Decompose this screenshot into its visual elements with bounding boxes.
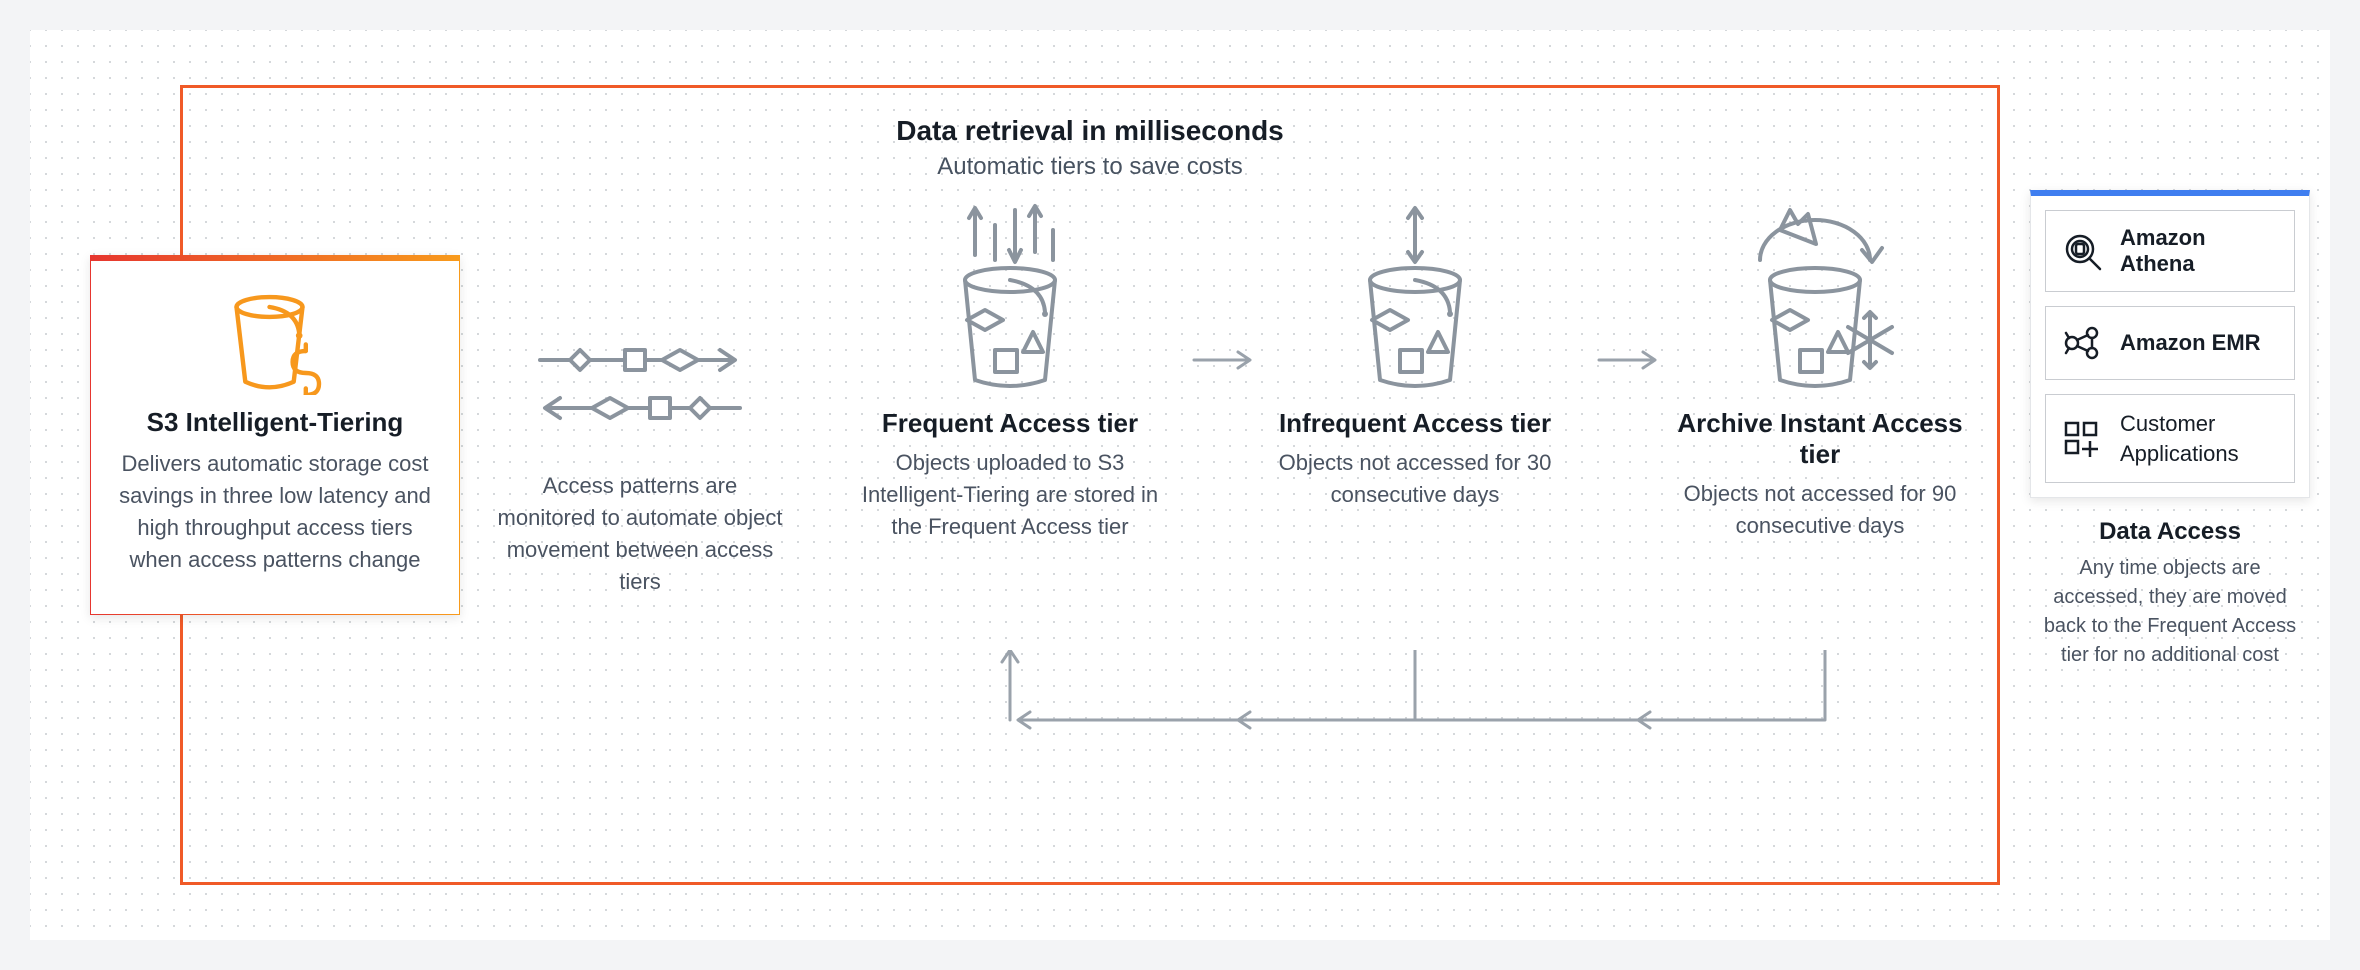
data-access-title: Data Access: [2030, 518, 2310, 546]
card-desc: Delivers automatic storage cost savings …: [115, 448, 435, 576]
return-arrows-icon: [890, 650, 1890, 770]
access-patterns-desc: Access patterns are monitored to automat…: [495, 470, 785, 598]
data-access-desc: Any time objects are accessed, they are …: [2030, 554, 2310, 670]
emr-label: Amazon EMR: [2120, 330, 2261, 356]
customer-apps-chip: Customer Applications: [2045, 394, 2295, 483]
arrow-right-1-icon: [1190, 350, 1260, 370]
diagram-title: Data retrieval in milliseconds: [180, 115, 2000, 147]
data-access-panel: Amazon Athena Amazon EMR: [2030, 190, 2310, 670]
intelligent-tiering-card: S3 Intelligent-Tiering Delivers automati…: [90, 255, 460, 615]
card-title: S3 Intelligent-Tiering: [115, 407, 435, 438]
emr-icon: [2060, 321, 2104, 365]
access-patterns-icon: [495, 260, 785, 440]
athena-chip: Amazon Athena: [2045, 210, 2295, 292]
access-patterns-block: Access patterns are monitored to automat…: [495, 260, 785, 598]
services-card: Amazon Athena Amazon EMR: [2030, 190, 2310, 498]
diagram-canvas: Data retrieval in milliseconds Automatic…: [30, 30, 2330, 940]
emr-chip: Amazon EMR: [2045, 306, 2295, 380]
customer-apps-line1: Customer: [2120, 411, 2215, 436]
apps-grid-icon: [2060, 417, 2104, 461]
archive-tier-block: Archive Instant Access tier Objects not …: [1670, 210, 1970, 542]
arrow-right-2-icon: [1595, 350, 1665, 370]
customer-apps-label: Customer Applications: [2120, 409, 2239, 468]
diagram-header: Data retrieval in milliseconds Automatic…: [180, 115, 2000, 181]
frequent-tier-icon: [860, 210, 1160, 390]
frequent-tier-block: Frequent Access tier Objects uploaded to…: [860, 210, 1160, 543]
archive-tier-icon: [1670, 210, 1970, 390]
customer-apps-line2: Applications: [2120, 441, 2239, 466]
frequent-tier-title: Frequent Access tier: [860, 408, 1160, 439]
archive-tier-title: Archive Instant Access tier: [1670, 408, 1970, 470]
archive-tier-desc: Objects not accessed for 90 consecutive …: [1670, 478, 1970, 542]
diagram-subtitle: Automatic tiers to save costs: [180, 153, 2000, 181]
bucket-dollar-icon: [115, 285, 435, 395]
infrequent-tier-desc: Objects not accessed for 30 consecutive …: [1265, 447, 1565, 511]
frequent-tier-desc: Objects uploaded to S3 Intelligent-Tieri…: [860, 447, 1160, 543]
infrequent-tier-icon: [1265, 210, 1565, 390]
infrequent-tier-block: Infrequent Access tier Objects not acces…: [1265, 210, 1565, 511]
athena-icon: [2060, 229, 2104, 273]
athena-label: Amazon Athena: [2120, 225, 2280, 277]
infrequent-tier-title: Infrequent Access tier: [1265, 408, 1565, 439]
